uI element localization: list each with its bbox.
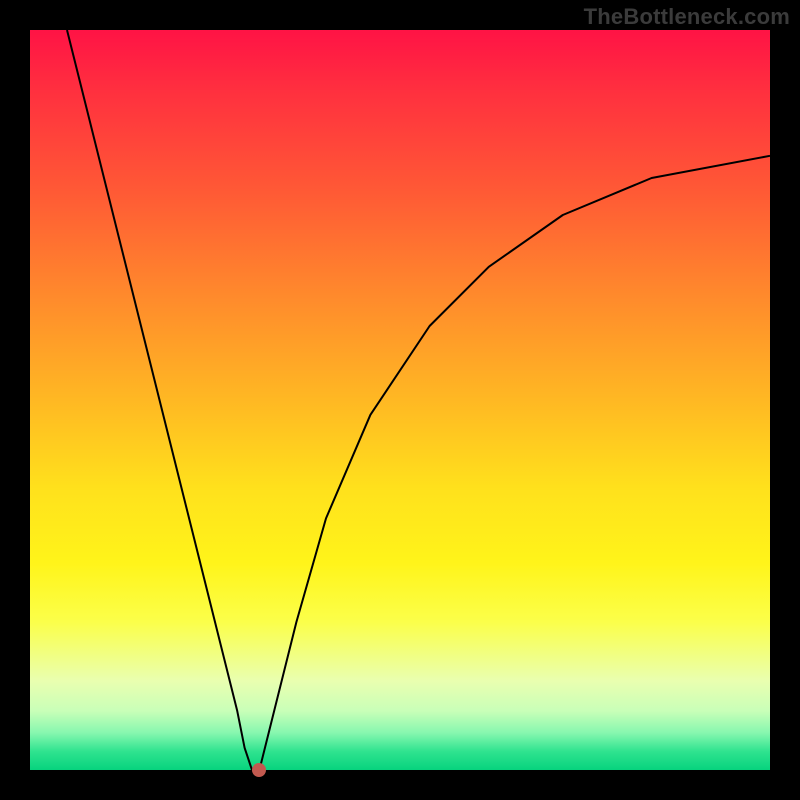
plot-area — [30, 30, 770, 770]
watermark-text: TheBottleneck.com — [584, 4, 790, 30]
minimum-marker — [252, 763, 266, 777]
chart-frame: TheBottleneck.com — [0, 0, 800, 800]
bottleneck-curve — [67, 30, 770, 770]
curve-svg — [30, 30, 770, 770]
